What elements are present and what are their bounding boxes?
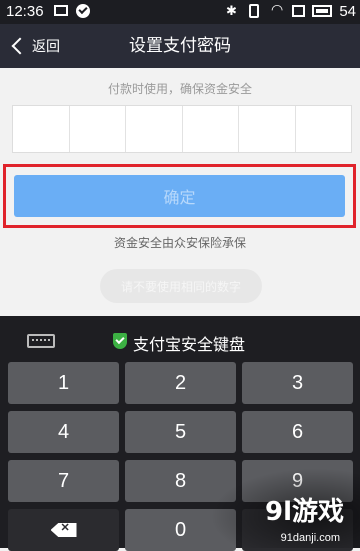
key-5[interactable]: 5 bbox=[125, 411, 236, 453]
key-1[interactable]: 1 bbox=[8, 362, 119, 404]
battery-icon bbox=[312, 5, 332, 17]
highlight-box: 确定 bbox=[3, 164, 356, 228]
key-3[interactable]: 3 bbox=[242, 362, 353, 404]
insurance-note: 资金安全由众安保险承保 bbox=[113, 236, 246, 250]
screen-icon bbox=[292, 5, 305, 17]
shield-check-icon bbox=[113, 333, 127, 349]
keyboard-title: 支付宝安全键盘 bbox=[133, 335, 246, 354]
nav-bar: 返回 设置支付密码 bbox=[0, 24, 360, 68]
toast-message: 请不要使用相同的数字 bbox=[100, 269, 262, 303]
wifi-icon: ◠ bbox=[271, 2, 284, 18]
secure-keyboard: 支付宝安全键盘 1 2 3 4 5 6 7 8 9 0 bbox=[0, 316, 360, 551]
blank-key bbox=[242, 509, 353, 551]
pin-digit-box[interactable] bbox=[70, 106, 126, 152]
pin-digit-box[interactable] bbox=[239, 106, 296, 152]
pin-digit-box[interactable] bbox=[183, 106, 239, 152]
image-icon bbox=[54, 5, 68, 16]
key-9[interactable]: 9 bbox=[242, 460, 353, 502]
backspace-icon bbox=[50, 523, 77, 537]
key-8[interactable]: 8 bbox=[125, 460, 236, 502]
key-0[interactable]: 0 bbox=[125, 509, 236, 551]
confirm-button[interactable]: 确定 bbox=[14, 175, 345, 217]
bluetooth-icon: ✱ bbox=[226, 4, 237, 19]
keyboard-header: 支付宝安全键盘 bbox=[0, 316, 360, 360]
page-title: 设置支付密码 bbox=[129, 36, 231, 56]
pin-digit-box[interactable] bbox=[126, 106, 183, 152]
key-7[interactable]: 7 bbox=[8, 460, 119, 502]
key-4[interactable]: 4 bbox=[8, 411, 119, 453]
key-2[interactable]: 2 bbox=[125, 362, 236, 404]
battery-percent: 54 bbox=[339, 3, 356, 20]
pin-hint: 付款时使用，确保资金安全 bbox=[107, 82, 252, 96]
status-time: 12:36 bbox=[6, 3, 44, 20]
key-6[interactable]: 6 bbox=[242, 411, 353, 453]
delete-key[interactable] bbox=[8, 509, 119, 551]
status-bar: 12:36 ✱ ◠ 54 bbox=[0, 0, 360, 24]
keyboard-icon[interactable] bbox=[27, 334, 55, 348]
vibrate-icon bbox=[249, 4, 259, 18]
pin-digit-box[interactable] bbox=[13, 106, 70, 152]
check-circle-icon bbox=[76, 4, 90, 18]
pin-digit-box[interactable] bbox=[296, 106, 352, 152]
pin-input[interactable] bbox=[12, 105, 352, 153]
